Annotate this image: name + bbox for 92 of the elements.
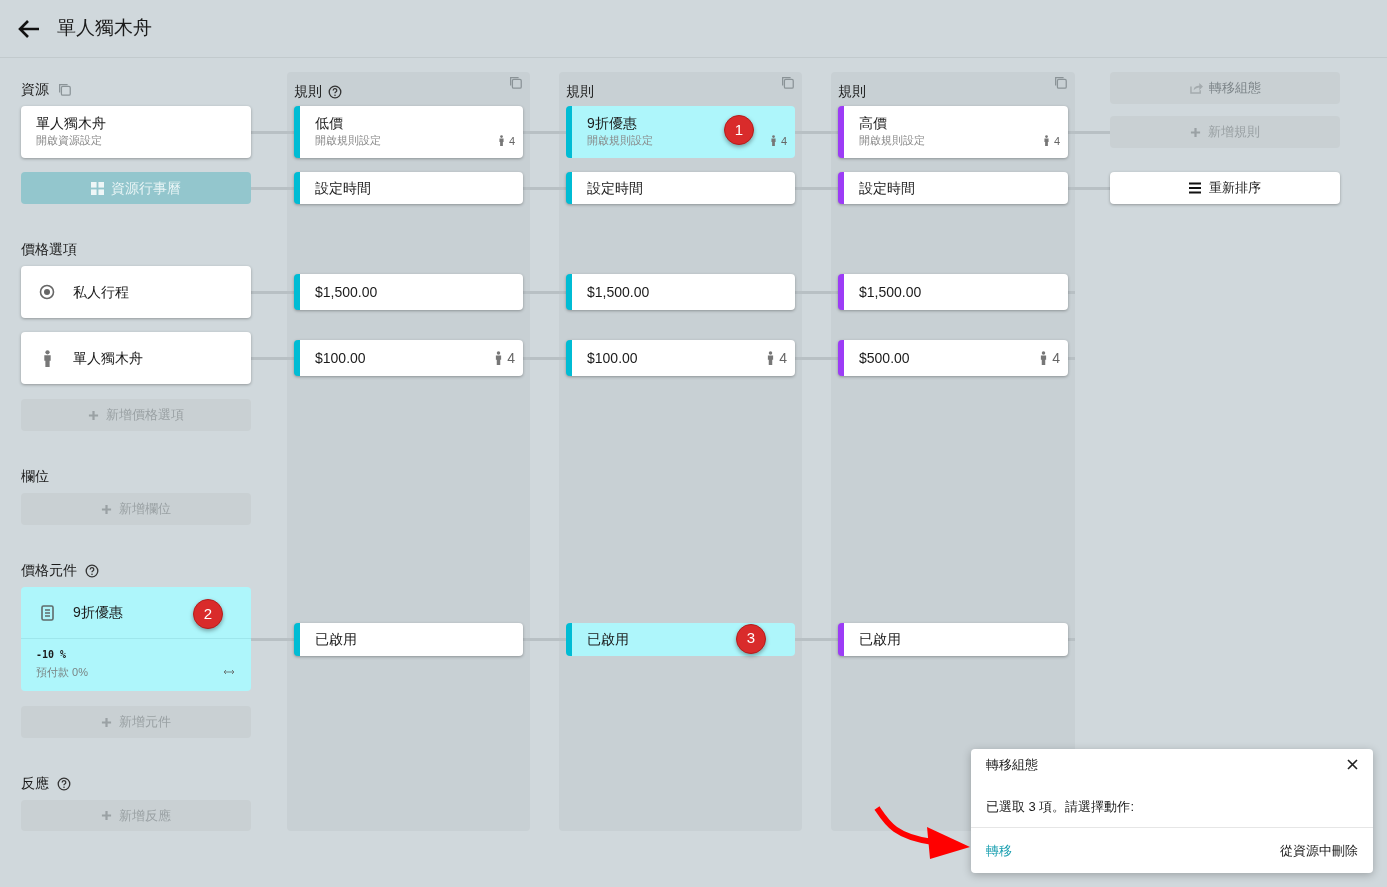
price-option-card[interactable]: 單人獨木舟 [21,332,251,384]
price-cell[interactable]: $1,500.00 [294,274,523,310]
toast-title: 轉移組態 [986,756,1038,774]
rule-card[interactable]: 低價 開啟規則設定 4 [294,106,523,158]
section-heading: 資源 [21,80,49,99]
person-icon [766,351,776,365]
rule-card[interactable]: 高價 開啟規則設定 4 [838,106,1068,158]
card-title: 9折優惠 [587,114,638,132]
capacity-count: 4 [1052,348,1060,368]
person-icon [1042,135,1050,147]
price-component-card[interactable]: 9折優惠 -10 % 預付款 0% 2 [21,587,251,691]
card-title: 單人獨木舟 [36,114,107,132]
section-heading: 價格選項 [21,240,77,259]
reorder-button[interactable]: 重新排序 [1110,172,1340,204]
person-icon [494,351,504,365]
cell-label: 已啟用 [314,629,357,649]
column-heading: 規則 [294,82,322,101]
copy-icon [1053,75,1068,90]
price-amount: $1,500.00 [858,282,922,302]
section-heading: 欄位 [21,467,49,486]
person-icon [497,135,505,147]
rule-card[interactable]: 9折優惠 開啟規則設定 4 1 [566,106,795,158]
capacity-count: 4 [1053,133,1060,149]
plus-icon [101,716,112,728]
resource-card[interactable]: 單人獨木舟 開啟資源設定 [21,106,251,158]
close-icon[interactable] [1347,759,1358,771]
price-amount: $500.00 [858,348,910,368]
discount-value: -10 % [36,648,67,662]
person-icon [41,349,53,367]
component-cell[interactable]: 已啟用 3 [566,622,795,656]
menu-icon [1189,182,1201,194]
person-icon [769,135,777,147]
cell-label: 設定時間 [314,178,371,198]
plus-icon [1190,126,1201,138]
price-amount: $1,500.00 [314,282,378,302]
section-heading: 反應 [21,774,49,793]
copy-icon [57,82,72,97]
document-icon [40,604,54,621]
price-cell[interactable]: $1,500.00 [838,274,1068,310]
plus-icon [101,503,112,515]
cell-label: 設定時間 [858,178,915,198]
option-label: 私人行程 [73,282,129,302]
deposit-text: 預付款 0% [36,665,88,680]
capacity-count: 4 [508,133,515,149]
price-cell[interactable]: $1,500.00 [566,274,795,310]
number-badge: 2 [193,599,223,629]
component-title: 9折優惠 [73,603,123,622]
card-title: 低價 [315,114,344,132]
time-cell[interactable]: 設定時間 [566,172,795,204]
price-amount: $1,500.00 [586,282,650,302]
price-cell[interactable]: $100.00 4 [566,340,795,376]
time-cell[interactable]: 設定時間 [294,172,523,204]
price-cell[interactable]: $100.00 4 [294,340,523,376]
toast-message: 已選取 3 項。請選擇動作: [985,797,1136,816]
capacity-count: 4 [779,348,787,368]
card-subtitle: 開啟規則設定 [315,133,381,148]
copy-icon [780,75,795,90]
page-title: 單人獨木舟 [57,16,152,41]
help-icon [85,563,99,578]
option-label: 單人獨木舟 [73,348,143,368]
capacity-count: 4 [507,348,515,368]
plus-icon [101,810,112,821]
radio-icon [39,284,55,300]
section-heading: 價格元件 [21,561,77,580]
cell-label: 已啟用 [858,629,901,649]
help-icon [57,776,71,791]
price-amount: $100.00 [314,348,366,368]
price-cell[interactable]: $500.00 4 [838,340,1068,376]
cell-label: 已啟用 [586,629,629,649]
number-badge: 3 [736,623,766,654]
person-icon [1039,351,1049,365]
grid-icon [91,181,104,195]
card-subtitle: 開啟規則設定 [587,133,653,148]
capacity-count: 4 [780,133,787,149]
component-cell[interactable]: 已啟用 [838,622,1068,656]
cell-label: 設定時間 [586,178,643,198]
resize-arrows-icon [224,669,234,676]
time-cell[interactable]: 設定時間 [838,172,1068,204]
share-icon [1189,82,1203,94]
price-amount: $100.00 [586,348,638,368]
card-subtitle: 開啟資源設定 [36,133,103,148]
card-title: 高價 [859,114,888,132]
component-cell[interactable]: 已啟用 [294,622,523,656]
copy-icon [508,75,523,90]
number-badge: 1 [724,115,754,145]
plus-icon [88,409,99,421]
action-link[interactable]: 從資源中刪除 [1280,840,1358,861]
back-arrow-icon[interactable] [18,18,40,39]
card-subtitle: 開啟規則設定 [859,133,925,148]
price-option-card[interactable]: 私人行程 [21,266,251,318]
column-heading: 規則 [838,82,866,101]
column-heading: 規則 [566,82,594,101]
